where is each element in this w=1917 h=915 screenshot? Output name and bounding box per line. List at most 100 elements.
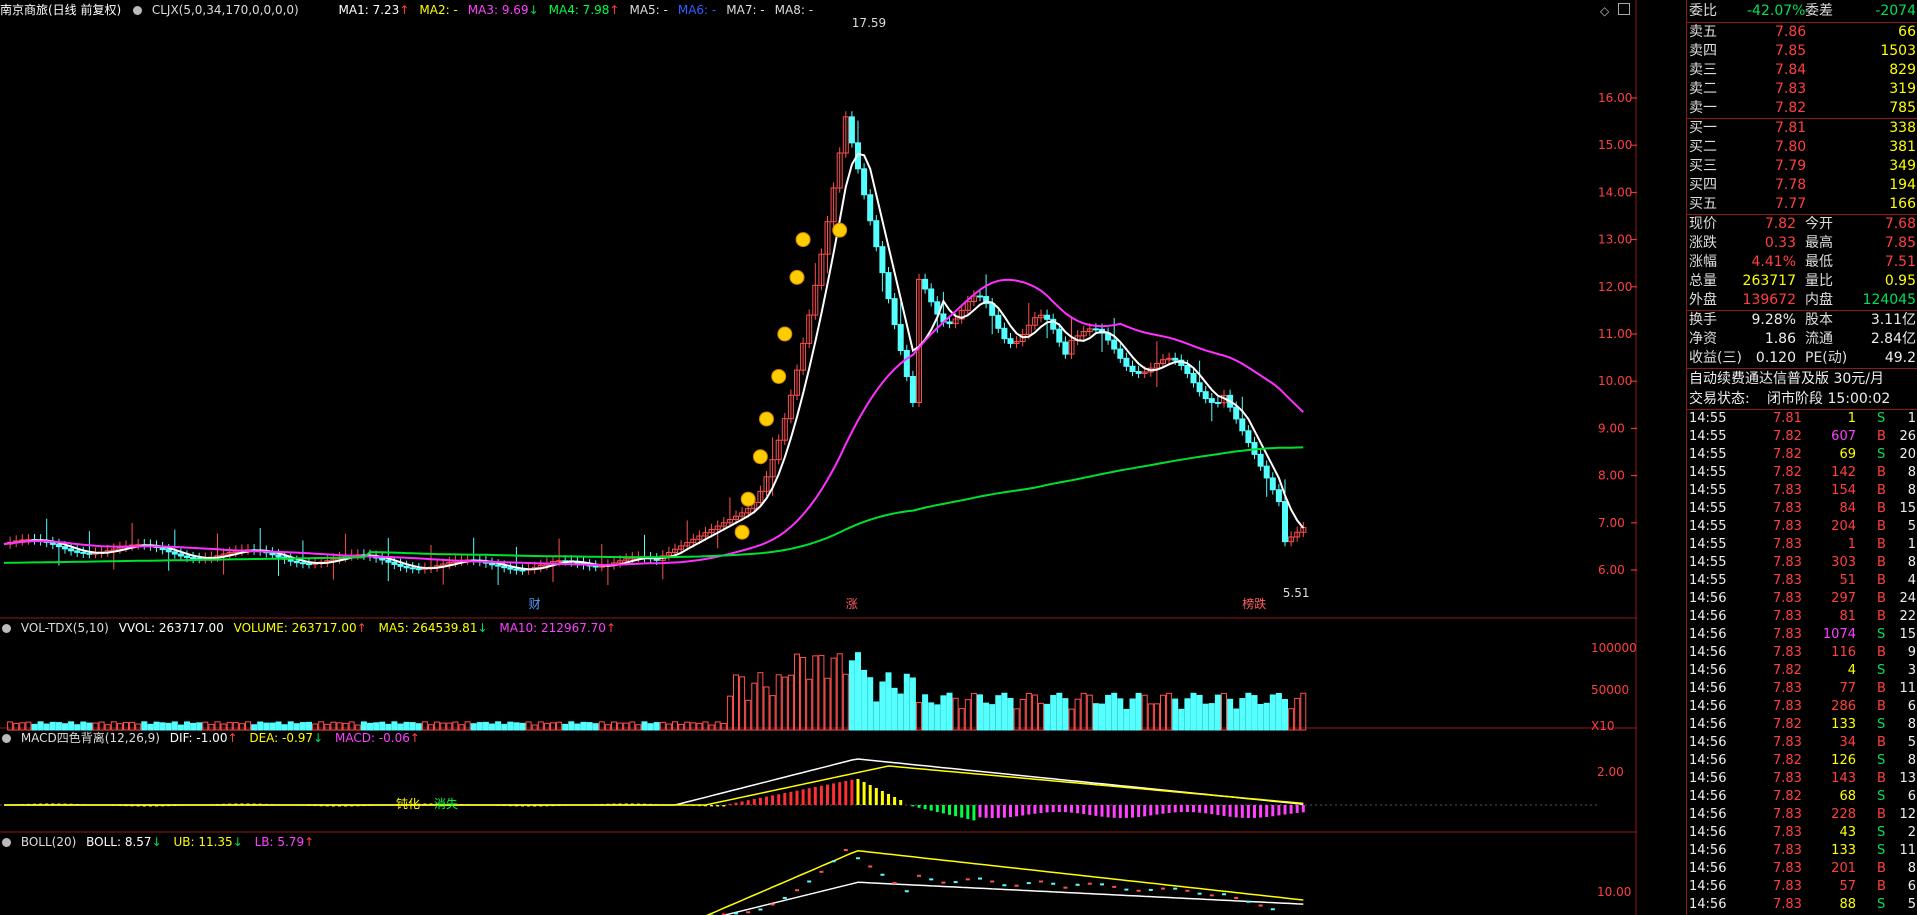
- smiley-icon: [752, 449, 768, 465]
- tick-price: 7.82: [1773, 789, 1802, 804]
- macd-name[interactable]: MACD四色背离(12,26,9): [21, 731, 160, 745]
- window-toggle-icon[interactable]: [1618, 3, 1630, 15]
- volume-bar: [995, 695, 1002, 731]
- tick-side: S: [1877, 717, 1886, 732]
- tick-volume: 133: [1831, 717, 1856, 732]
- volume-bar: [1288, 708, 1295, 731]
- tick-time: 14:56: [1689, 681, 1727, 696]
- fundamental-label: 流通: [1805, 331, 1833, 347]
- volume-bar: [525, 721, 532, 731]
- tick-side: S: [1877, 753, 1886, 768]
- candle-body: [1196, 382, 1203, 393]
- candle-body: [184, 555, 190, 559]
- volume-bar: [733, 674, 739, 731]
- tick-price: 7.83: [1773, 537, 1802, 552]
- tick-row: 14:56 7.83 133 S 11: [1687, 842, 1917, 860]
- volume-settings-icon[interactable]: [2, 624, 11, 633]
- candle-body: [1044, 314, 1051, 320]
- promo-row[interactable]: 自动续费通达信普及版 30元/月: [1687, 369, 1917, 389]
- tick-row: 14:55 7.82 142 B 8: [1687, 464, 1917, 482]
- volume-bar: [373, 722, 380, 731]
- volume-bar: [519, 722, 526, 731]
- volume-bar: [55, 722, 62, 731]
- price-axis-label: 10.00: [1598, 374, 1632, 388]
- bid-volume: 381: [1889, 139, 1916, 155]
- candle-body: [1092, 328, 1099, 331]
- volume-bar: [165, 722, 172, 731]
- status-row: 交易状态: 闭市阶段 15:00:02: [1687, 389, 1917, 409]
- tick-row: 14:56 7.82 68 S 6: [1687, 788, 1917, 806]
- tick-price: 7.83: [1773, 699, 1802, 714]
- volume-bar: [226, 721, 233, 731]
- tick-row: 14:55 7.82 607 B 26: [1687, 428, 1917, 446]
- volume-bar: [580, 721, 587, 731]
- volume-bar: [1263, 702, 1270, 731]
- volume-bar: [1019, 698, 1026, 731]
- bid-price: 7.77: [1775, 196, 1807, 212]
- tick-list[interactable]: 14:55 7.81 1 S 1 14:55 7.82 607 B 26 14:55 7.82 69 S 2…: [1687, 410, 1917, 914]
- tick-side: B: [1877, 681, 1886, 696]
- volume-bar: [80, 721, 87, 731]
- tick-price: 7.82: [1773, 429, 1802, 444]
- tick-time: 14:56: [1689, 699, 1727, 714]
- promo-text[interactable]: 自动续费通达信普及版 30元/月: [1689, 369, 1884, 389]
- tick-count: 1: [1907, 411, 1916, 426]
- volume-name[interactable]: VOL-TDX(5,10): [21, 621, 109, 635]
- ask-label: 卖一: [1689, 100, 1717, 116]
- quote-value: 7.85: [1884, 235, 1916, 251]
- quote-value: 0.33: [1764, 235, 1796, 251]
- volume-bar: [861, 669, 868, 731]
- quote-value: 4.41%: [1751, 254, 1796, 270]
- boll-lb: LB: 5.79: [254, 835, 305, 849]
- tick-price: 7.83: [1773, 501, 1802, 516]
- boll-settings-icon[interactable]: [2, 838, 11, 847]
- volume-bar: [909, 677, 916, 731]
- tick-time: 14:56: [1689, 789, 1727, 804]
- tick-volume: 4: [1847, 663, 1856, 678]
- chart-area[interactable]: 16.00 15.00 14.00 13.00 12.00 11.00 10.00 9.00 8…: [0, 0, 1637, 915]
- volume-bar: [13, 722, 20, 731]
- boll-name[interactable]: BOLL(20): [21, 835, 76, 849]
- macd-settings-icon[interactable]: [2, 734, 11, 743]
- tick-count: 20: [1899, 447, 1916, 462]
- candle-body: [165, 549, 172, 553]
- tick-side: S: [1877, 411, 1886, 426]
- tick-row: 14:55 7.83 51 B 4: [1687, 572, 1917, 590]
- volume-bar: [306, 721, 312, 731]
- candle-body: [415, 568, 422, 571]
- tick-count: 8: [1907, 717, 1916, 732]
- volume-bar: [330, 721, 337, 731]
- volume-bar: [1275, 692, 1282, 731]
- tick-side: B: [1877, 645, 1886, 660]
- low-price-label: 5.51: [1283, 586, 1310, 600]
- candle-body: [1129, 365, 1136, 373]
- ask-price: 7.85: [1775, 43, 1807, 59]
- indicator-name[interactable]: CLJX(5,0,34,170,0,0,0,0): [152, 3, 299, 17]
- tick-count: 11: [1899, 681, 1916, 696]
- volume-bar: [1111, 692, 1118, 731]
- indicator-settings-icon[interactable]: [133, 6, 143, 15]
- bid-label: 买一: [1689, 120, 1717, 136]
- quote-row: 现价 7.82 今开 7.68: [1687, 215, 1917, 234]
- candle-body: [909, 375, 916, 403]
- volume-bar: [678, 723, 685, 731]
- chart-canvas[interactable]: 16.00 15.00 14.00 13.00 12.00 11.00 10.00 9.00 8…: [0, 0, 1637, 915]
- candle-body: [848, 116, 855, 144]
- volume-bar: [665, 723, 672, 731]
- tick-price: 7.82: [1773, 465, 1802, 480]
- tick-price: 7.82: [1773, 753, 1802, 768]
- volume-bar: [379, 721, 386, 731]
- price-axis-label: 15.00: [1598, 138, 1632, 152]
- bid-volume: 338: [1889, 120, 1916, 136]
- tick-count: 6: [1907, 879, 1916, 894]
- volume-bar: [1300, 692, 1307, 731]
- tick-volume: 286: [1831, 699, 1856, 714]
- price-axis-label: 6.00: [1598, 563, 1625, 577]
- smiley-icon: [777, 326, 793, 342]
- tick-row: 14:56 7.83 143 B 13: [1687, 770, 1917, 788]
- volume-bar: [568, 721, 575, 731]
- ma-legend-item: MA7: -: [726, 3, 764, 17]
- event-marker: 榜跌: [1242, 596, 1266, 611]
- fundamental-row: 收益(三) 0.120 PE(动) 49.2: [1687, 349, 1917, 368]
- expand-icon[interactable]: ◇: [1600, 4, 1609, 18]
